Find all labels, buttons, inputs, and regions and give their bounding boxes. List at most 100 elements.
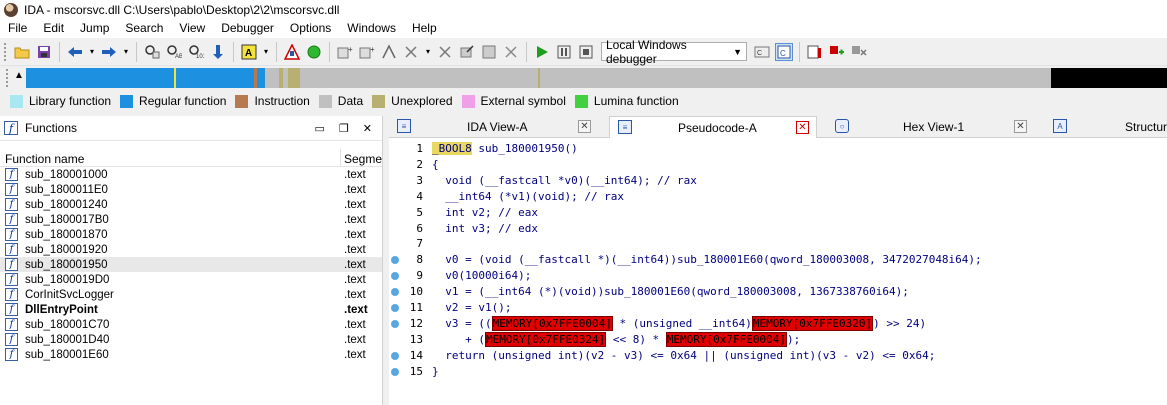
breakpoint-dot-icon[interactable] — [391, 304, 399, 312]
menu-edit[interactable]: Edit — [35, 19, 72, 38]
code-line[interactable]: 7 — [389, 236, 1167, 251]
pause-icon[interactable] — [555, 43, 573, 61]
menu-options[interactable]: Options — [282, 19, 339, 38]
code-text: int v2; // eax — [432, 205, 538, 219]
code-line[interactable]: 12 v3 = ((MEMORY[0x7FFE0004] * (unsigned… — [389, 315, 1167, 331]
tab-hex-view-1[interactable]: ○ Hex View-1 ✕ — [827, 116, 1037, 138]
enum-icon[interactable] — [458, 43, 476, 61]
svg-text:AB: AB — [175, 54, 182, 59]
breakpoint-dot-icon[interactable] — [391, 351, 399, 360]
debugger-select[interactable]: Local Windows debugger ▼ — [601, 38, 747, 66]
function-row[interactable]: f sub_1800017B0 .text — [0, 212, 382, 227]
back-dropdown-icon[interactable]: ▾ — [88, 43, 96, 61]
menu-windows[interactable]: Windows — [339, 19, 404, 38]
code-line[interactable]: 1 _BOOL8 sub_180001950() — [389, 141, 1167, 156]
code-icon[interactable]: + — [336, 43, 354, 61]
data-icon[interactable]: + — [358, 43, 376, 61]
open-icon[interactable] — [13, 43, 31, 61]
function-row[interactable]: f sub_1800019D0 .text — [0, 272, 382, 287]
code-line[interactable]: 8 v0 = (void (__fastcall *)(__int64))sub… — [389, 252, 1167, 267]
assemble-icon[interactable]: A — [240, 43, 258, 61]
xref-icon[interactable] — [436, 43, 454, 61]
code-line[interactable]: 15} — [389, 364, 1167, 379]
minimize-icon[interactable]: ▭ — [315, 122, 325, 135]
code-line[interactable]: 9 v0(10000i64); — [389, 268, 1167, 283]
hex-search-icon[interactable] — [143, 43, 161, 61]
code-line[interactable]: 13 + (MEMORY[0x7FFE0324] << 8) * MEMORY[… — [389, 331, 1167, 347]
patch-icon[interactable] — [480, 43, 498, 61]
function-row[interactable]: f sub_180001920 .text — [0, 242, 382, 257]
function-icon: f — [5, 303, 18, 316]
text-search-icon[interactable]: AB — [165, 43, 183, 61]
forward-icon[interactable] — [100, 43, 118, 61]
legend-swatch — [235, 94, 249, 108]
add-breakpoint-icon[interactable] — [828, 43, 846, 61]
delete-breakpoint-icon[interactable] — [850, 43, 868, 61]
column-function-name[interactable]: Function name — [5, 152, 84, 166]
attach-icon[interactable]: C — [753, 43, 771, 61]
function-row[interactable]: f sub_180001D40 .text — [0, 332, 382, 347]
breakpoints-icon[interactable] — [806, 43, 824, 61]
code-line[interactable]: 11 v2 = v1(); — [389, 300, 1167, 315]
navband-grip[interactable] — [6, 69, 9, 87]
function-row[interactable]: f sub_180001C70 .text — [0, 317, 382, 332]
code-line[interactable]: 2{ — [389, 157, 1167, 172]
breakpoint-dot-icon[interactable] — [391, 272, 399, 281]
toolbar-grip[interactable] — [4, 42, 7, 61]
menu-jump[interactable]: Jump — [72, 19, 117, 38]
breakpoint-dot-icon[interactable] — [391, 256, 399, 265]
menu-debugger[interactable]: Debugger — [213, 19, 282, 38]
code-line[interactable]: 3 void (__fastcall *v0)(__int64); // rax — [389, 173, 1167, 188]
function-row[interactable]: f sub_180001870 .text — [0, 227, 382, 242]
menu-file[interactable]: File — [0, 19, 35, 38]
tab-structures[interactable]: A Structure — [1045, 116, 1167, 138]
close-icon[interactable]: ✕ — [363, 122, 372, 135]
function-row[interactable]: f sub_1800011E0 .text — [0, 182, 382, 197]
line-number: 3 — [416, 173, 423, 187]
pseudocode-view[interactable]: 1 _BOOL8 sub_180001950() 2{3 void (__fastc… — [389, 138, 1167, 405]
save-icon[interactable] — [35, 43, 53, 61]
navbar-external-segment — [1051, 68, 1167, 88]
code-line[interactable]: 5 int v2; // eax — [389, 205, 1167, 220]
close-icon[interactable]: ✕ — [1014, 120, 1027, 133]
jump-icon[interactable] — [209, 43, 227, 61]
function-row[interactable]: f CorInitSvcLogger .text — [0, 287, 382, 302]
close-icon[interactable]: ✕ — [578, 120, 591, 133]
forward-dropdown-icon[interactable]: ▾ — [122, 43, 130, 61]
menu-search[interactable]: Search — [117, 19, 171, 38]
code-line[interactable]: 4 __int64 (*v1)(void); // rax — [389, 189, 1167, 204]
proximity-icon[interactable] — [305, 43, 323, 61]
menu-view[interactable]: View — [171, 19, 213, 38]
graph-icon[interactable] — [283, 43, 301, 61]
breakpoint-dot-icon[interactable] — [391, 367, 399, 376]
code-line[interactable]: 10 v1 = (__int64 (*)(void))sub_180001E60… — [389, 284, 1167, 299]
stop-icon[interactable] — [577, 43, 595, 61]
column-segment[interactable]: Segme — [344, 152, 382, 166]
struct-icon[interactable] — [402, 43, 420, 61]
function-row[interactable]: f sub_180001E60 .text — [0, 347, 382, 362]
breakpoint-dot-icon[interactable] — [391, 319, 399, 328]
debugger-select-value: Local Windows debugger — [606, 37, 687, 66]
tab-ida-view-a[interactable]: ≡ IDA View-A ✕ — [389, 116, 601, 138]
struct-dropdown-icon[interactable]: ▾ — [424, 43, 432, 61]
function-row[interactable]: f sub_180001240 .text — [0, 197, 382, 212]
code-line[interactable]: 6 int v3; // edx — [389, 221, 1167, 236]
binary-search-icon[interactable]: 101 — [187, 43, 205, 61]
step-icon[interactable]: C — [775, 42, 793, 61]
navigation-bar[interactable] — [26, 68, 1167, 88]
function-row[interactable]: f DllEntryPoint .text — [0, 302, 382, 317]
column-divider[interactable] — [340, 149, 341, 167]
code-line[interactable]: 14 return (unsigned int)(v2 - v3) <= 0x6… — [389, 348, 1167, 363]
function-row[interactable]: f sub_180001950 .text — [0, 257, 382, 272]
menu-help[interactable]: Help — [404, 19, 445, 38]
close-icon[interactable]: ✕ — [796, 121, 809, 134]
float-icon[interactable]: ❐ — [339, 122, 349, 135]
tab-pseudocode-a[interactable]: ≡ Pseudocode-A ✕ — [609, 116, 817, 138]
function-icon[interactable] — [380, 43, 398, 61]
back-icon[interactable] — [66, 43, 84, 61]
breakpoint-dot-icon[interactable] — [391, 288, 399, 297]
run-icon[interactable] — [533, 43, 551, 61]
assemble-dropdown-icon[interactable]: ▾ — [262, 43, 270, 61]
function-row[interactable]: f sub_180001000 .text — [0, 167, 382, 182]
unknown-icon[interactable] — [502, 43, 520, 61]
